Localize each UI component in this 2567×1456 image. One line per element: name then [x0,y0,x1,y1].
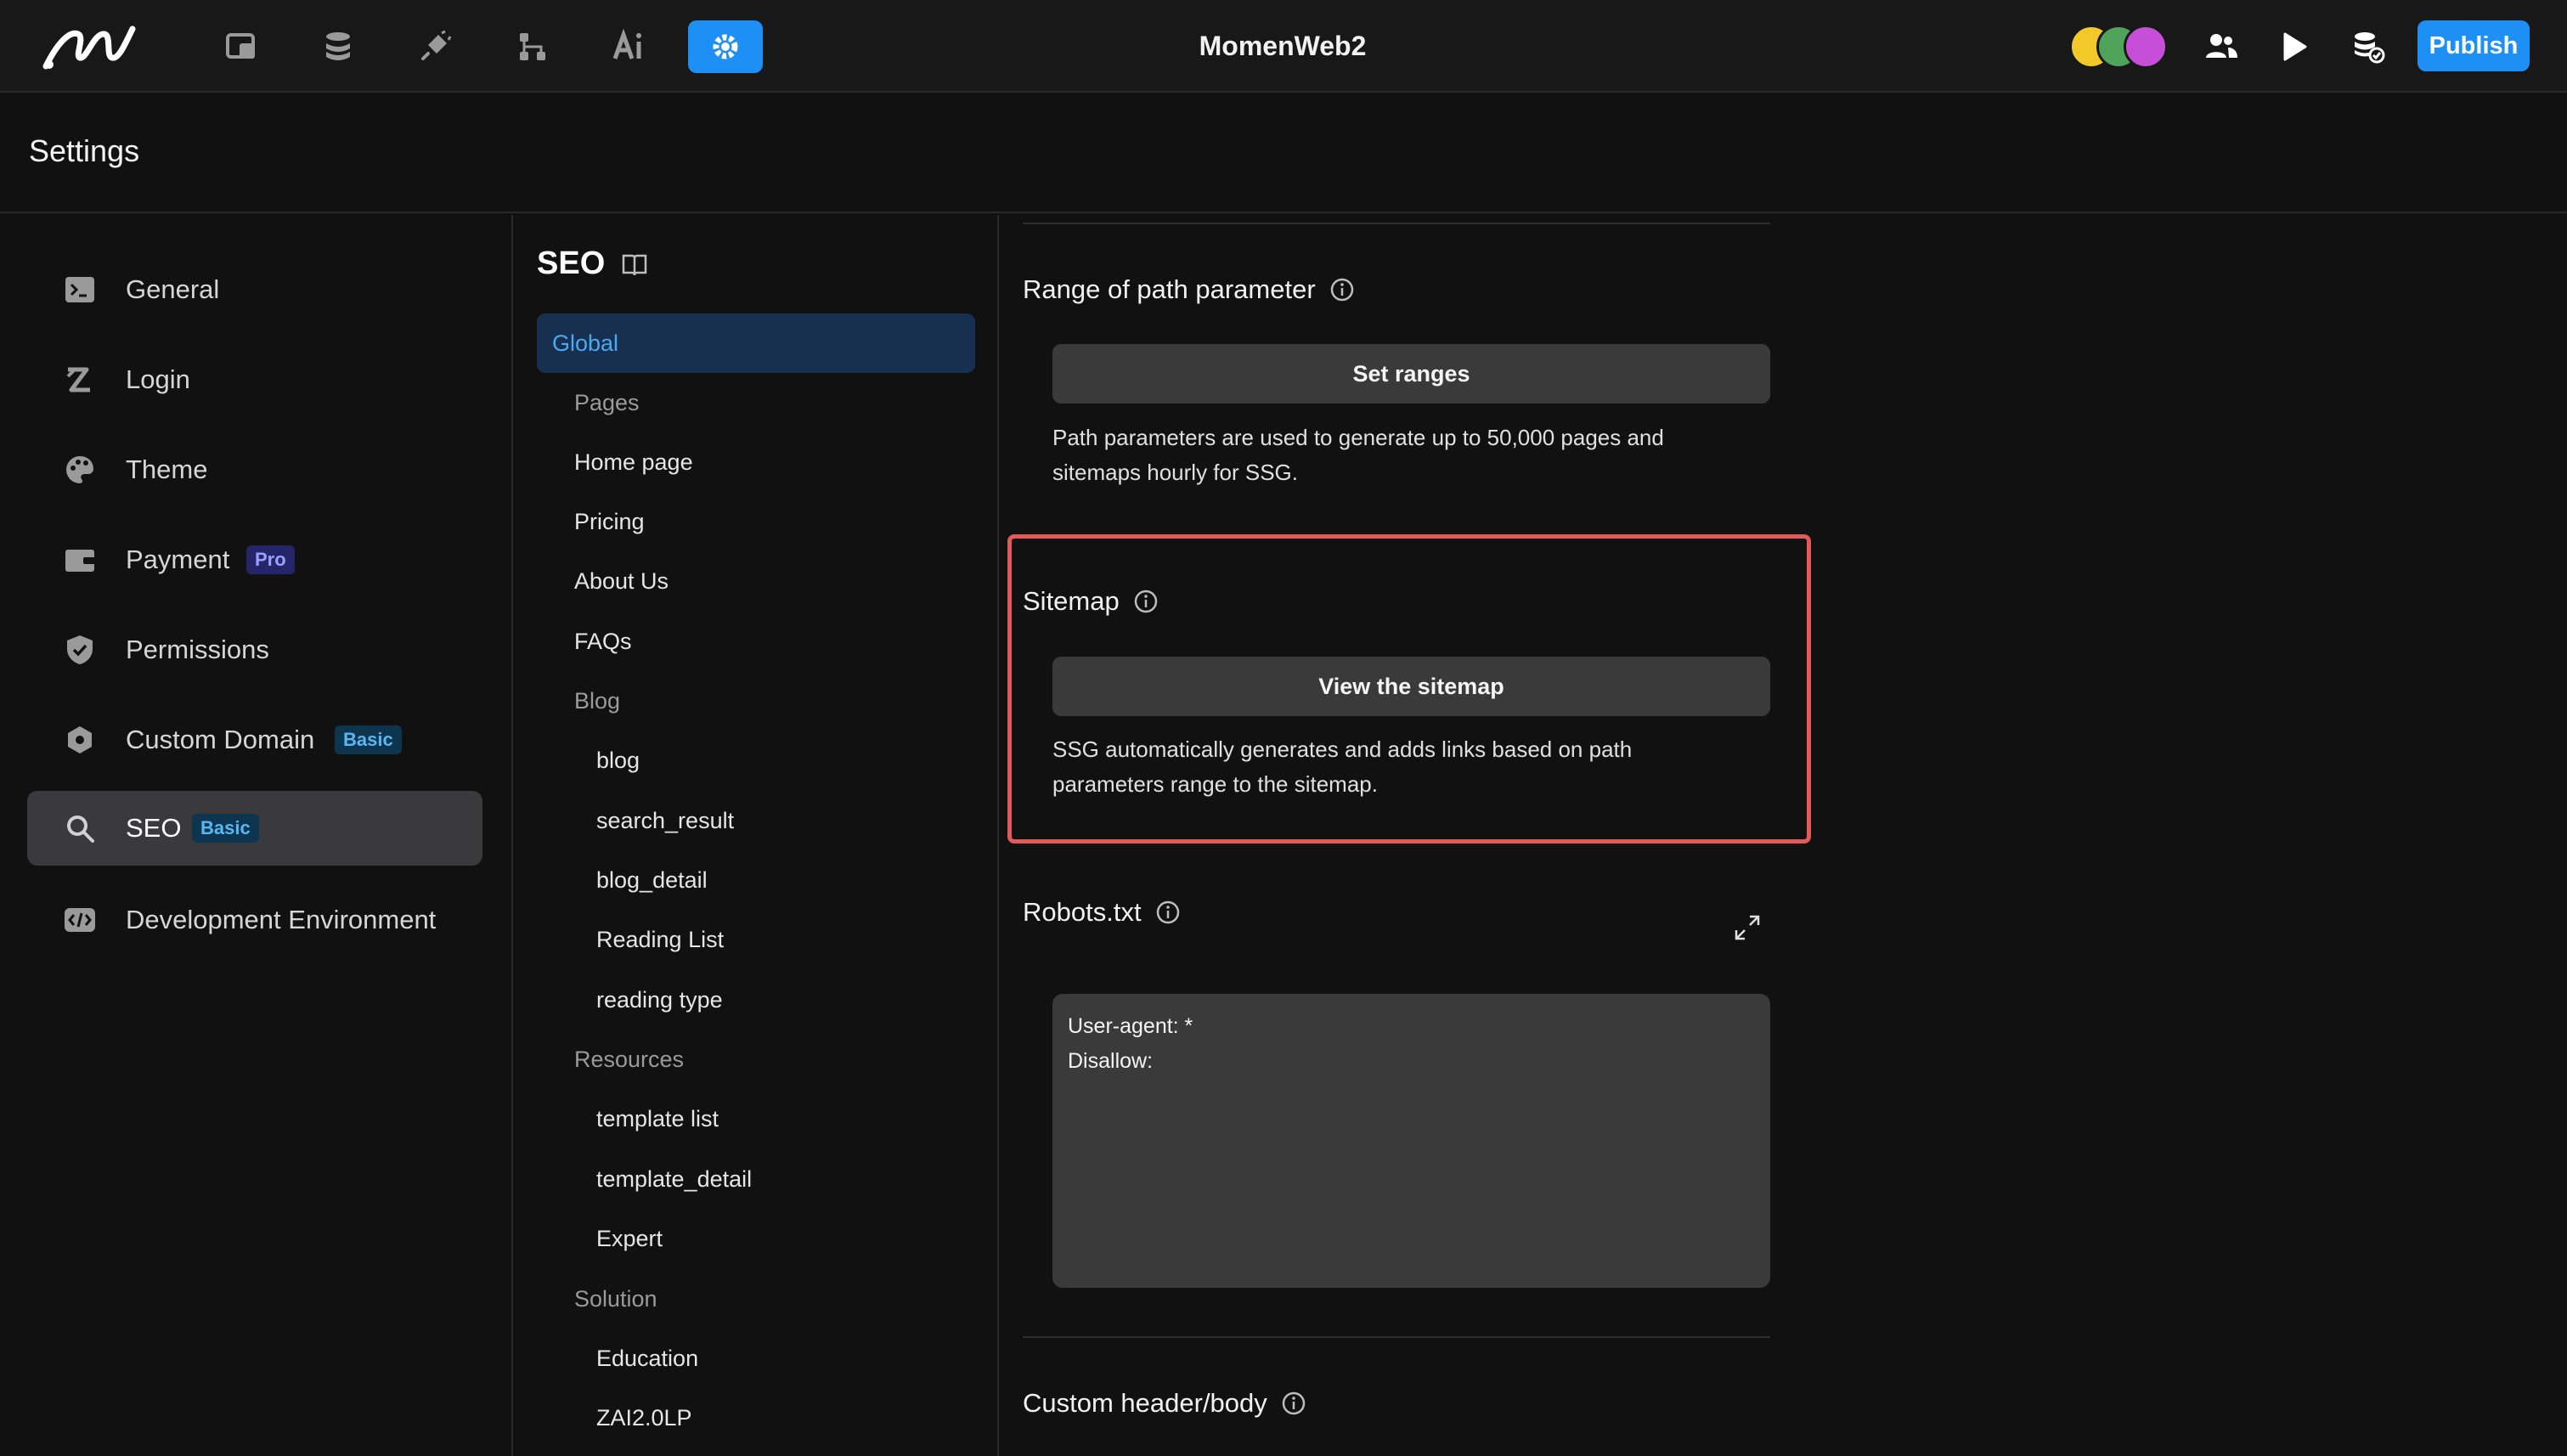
group-blog[interactable]: Blog [574,688,620,714]
robots-title: Robots.txt [1023,897,1142,927]
page-item[interactable]: About Us [574,568,669,595]
database-check-icon[interactable] [2344,24,2390,70]
sidebar-item-label: Payment [126,545,230,574]
momen-logo[interactable] [41,22,136,71]
workflow-icon[interactable] [494,20,569,73]
custom-section-title: Custom header/body [1023,1388,1306,1419]
sidebar-item-general[interactable]: General [27,252,482,327]
set-ranges-button[interactable]: Set ranges [1052,344,1770,404]
settings-icon[interactable] [688,20,763,73]
avatar[interactable] [2124,25,2168,69]
sitemap-help-text: SSG automatically generates and adds lin… [1052,736,1633,797]
robots-txt-editor[interactable]: User-agent: * Disallow: [1052,994,1770,1288]
page-item[interactable]: Pricing [574,509,645,535]
info-icon[interactable] [1329,277,1355,302]
sidebar-item-seo[interactable]: SEO Basic [27,791,482,866]
seo-global-item[interactable]: Global [537,313,975,373]
robots-section-title: Robots.txt [1023,897,1181,928]
page-title: Settings [29,133,140,168]
shield-icon [61,631,99,669]
terminal-icon [61,271,99,308]
users-icon[interactable] [2198,24,2244,70]
app-title: MomenWeb2 [1199,31,1367,61]
sidebar-item-payment[interactable]: Payment Pro [27,522,482,597]
pages-icon[interactable] [204,20,279,73]
custom-title: Custom header/body [1023,1388,1267,1418]
sidebar-item-label: Permissions [126,635,269,664]
sidebar-item-label: Login [126,364,190,394]
page-item[interactable]: Home page [574,449,693,476]
page-item[interactable]: ZAI2.0LP [596,1405,692,1431]
divider [1023,1336,1770,1338]
sidebar-item-theme[interactable]: Theme [27,432,482,507]
app-window: MomenWeb2 Publish Settings General Login… [0,0,2567,1456]
sitemap-section-title: Sitemap [1023,586,1159,617]
page-item[interactable]: reading type [596,987,723,1013]
palette-icon [61,451,99,488]
sidebar-item-custom-domain[interactable]: Custom Domain Basic [27,703,482,777]
basic-badge: Basic [192,814,259,843]
sidebar-item-label: Development Environment [126,905,437,934]
page-item[interactable]: blog_detail [596,867,708,894]
range-section-title: Range of path parameter [1023,274,1355,305]
wallet-icon [61,541,99,578]
seo-title: SEO [537,245,606,281]
top-bar: MomenWeb2 Publish [0,0,2567,93]
play-icon[interactable] [2271,24,2317,70]
sidebar-item-label: Custom Domain [126,725,315,754]
sidebar-item-label: Theme [126,454,208,484]
sidebar-item-development-environment[interactable]: Development Environment [27,883,482,957]
settings-sidebar: General Login Theme Payment Pro Permissi… [0,215,513,1456]
sidebar-item-login[interactable]: Login [27,342,482,417]
group-pages[interactable]: Pages [574,390,640,416]
group-resources[interactable]: Resources [574,1047,684,1073]
page-item[interactable]: blog [596,748,640,774]
basic-badge: Basic [335,725,402,754]
search-icon [61,810,99,847]
seo-global-settings: Range of path parameter Set ranges Path … [1001,215,2567,1456]
collaborator-avatars[interactable] [2069,20,2175,73]
view-sitemap-button[interactable]: View the sitemap [1052,657,1770,716]
seo-page-list: SEO Global Pages Home page Pricing About… [515,215,999,1456]
page-item[interactable]: FAQs [574,629,632,655]
ai-icon[interactable] [591,20,666,73]
info-icon[interactable] [1133,589,1159,614]
domain-icon [61,721,99,759]
pro-badge: Pro [246,545,295,574]
page-item[interactable]: Expert [596,1226,663,1252]
page-header: Settings [0,94,2567,213]
info-icon[interactable] [1281,1391,1306,1416]
group-solution[interactable]: Solution [574,1286,657,1312]
sidebar-item-label: General [126,274,220,304]
range-help-text: Path parameters are used to generate up … [1052,425,1664,485]
range-title: Range of path parameter [1023,274,1316,304]
page-item[interactable]: Education [596,1346,698,1372]
publish-button[interactable]: Publish [2417,20,2530,71]
login-icon [61,361,99,398]
expand-icon[interactable] [1733,913,1762,942]
sitemap-title: Sitemap [1023,586,1120,616]
page-item[interactable]: Reading List [596,927,724,953]
sidebar-item-label: SEO [126,813,182,843]
page-item[interactable]: template_detail [596,1166,752,1193]
sidebar-item-permissions[interactable]: Permissions [27,612,482,687]
code-icon [61,901,99,939]
plugin-icon[interactable] [398,20,472,73]
page-item[interactable]: template list [596,1106,719,1132]
info-icon[interactable] [1155,900,1181,925]
page-item[interactable]: search_result [596,808,734,834]
database-icon[interactable] [301,20,375,73]
divider [1023,223,1770,224]
book-icon[interactable] [620,251,649,279]
